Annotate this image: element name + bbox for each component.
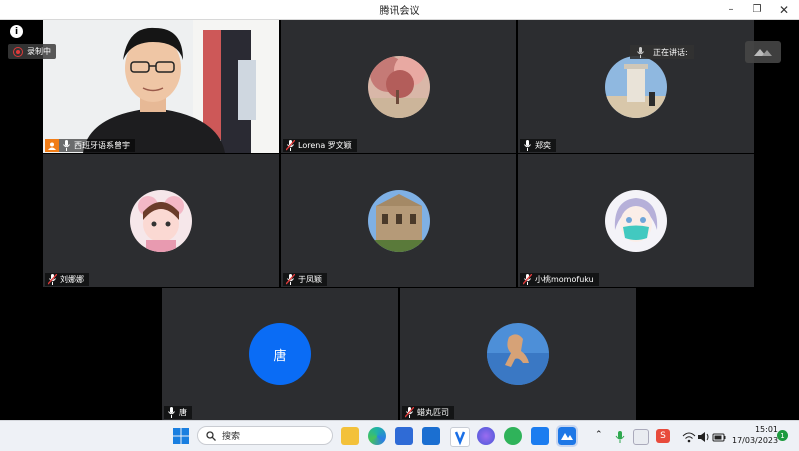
- layout-switch-icon[interactable]: [745, 41, 781, 63]
- participant-name: 蜡丸匹司: [417, 408, 449, 417]
- participant-avatar: [487, 323, 549, 385]
- host-icon: [45, 139, 59, 152]
- participant-tile[interactable]: 唐 唐: [162, 288, 398, 420]
- participant-name-tag: 于凤颖: [283, 273, 327, 286]
- copilot-icon[interactable]: [477, 427, 495, 445]
- mic-icon: [62, 140, 71, 151]
- participant-name: 郑奕: [535, 141, 551, 150]
- mic-icon: [523, 140, 532, 151]
- participant-avatar: [367, 189, 430, 252]
- participant-tile[interactable]: 刘娜娜: [43, 154, 279, 287]
- search-icon: [206, 430, 216, 441]
- tray-app-icon[interactable]: [633, 429, 649, 445]
- tencent-meeting-icon[interactable]: [556, 425, 578, 447]
- participant-name-tag: 唐: [164, 406, 192, 419]
- recording-indicator[interactable]: 录制中: [8, 44, 56, 59]
- participant-tile[interactable]: 于凤颖: [281, 154, 516, 287]
- participant-name: 小桃momofuku: [535, 275, 594, 284]
- info-icon[interactable]: i: [10, 25, 23, 38]
- webcam-video: [43, 20, 279, 153]
- tray-mic-icon[interactable]: [614, 429, 626, 443]
- dingtalk-icon[interactable]: [531, 427, 549, 445]
- windows-start-icon[interactable]: [172, 427, 190, 445]
- participant-avatar: [605, 55, 667, 118]
- mic-muted-icon: [48, 274, 57, 285]
- speaking-indicator: 正在讲话:: [630, 45, 694, 59]
- notification-badge[interactable]: 1: [777, 430, 788, 441]
- mic-muted-icon: [286, 140, 295, 151]
- mic-icon: [167, 407, 176, 418]
- close-icon[interactable]: ✕: [771, 0, 797, 19]
- file-explorer-icon[interactable]: [341, 427, 359, 445]
- mic-icon: [636, 46, 645, 58]
- tray-input-method-icon[interactable]: S: [656, 429, 670, 443]
- wifi-icon[interactable]: [682, 429, 696, 443]
- mic-muted-icon: [286, 274, 295, 285]
- chevron-up-icon[interactable]: ⌃: [595, 430, 603, 440]
- lark-icon[interactable]: [450, 427, 470, 447]
- taskbar: 搜索 ⌃ S 15:01 17/03/2023 1: [0, 420, 799, 451]
- clock-time[interactable]: 15:01: [738, 425, 778, 434]
- participant-name-tag: 郑奕: [520, 139, 556, 152]
- participant-avatar: [367, 55, 430, 118]
- mic-muted-icon: [523, 274, 532, 285]
- participant-name: Lorena 罗文颖: [298, 141, 352, 150]
- participant-name-tag: 西班牙语系曾宇: [45, 139, 135, 152]
- record-icon: [13, 46, 23, 57]
- participant-tile[interactable]: 蜡丸匹司: [400, 288, 636, 420]
- restore-icon[interactable]: ❐: [744, 0, 770, 19]
- speaking-label: 正在讲话:: [653, 47, 688, 57]
- edge-dev-icon[interactable]: [504, 427, 522, 445]
- participant-tile[interactable]: 西班牙语系曾宇: [43, 20, 279, 153]
- store-icon[interactable]: [395, 427, 413, 445]
- battery-icon[interactable]: [712, 429, 726, 443]
- video-grid: 西班牙语系曾宇 Lorena 罗文颖 郑奕 刘娜娜 于凤颖 小桃momofuku…: [0, 20, 799, 420]
- recording-label: 录制中: [27, 47, 51, 56]
- window-title: 腾讯会议: [379, 6, 420, 17]
- participant-tile[interactable]: 小桃momofuku: [518, 154, 754, 287]
- edge-browser-icon[interactable]: [368, 427, 386, 445]
- search-placeholder: 搜索: [222, 432, 241, 442]
- minimize-icon[interactable]: –: [718, 0, 744, 19]
- volume-icon[interactable]: [697, 429, 711, 443]
- participant-name-tag: 刘娜娜: [45, 273, 89, 286]
- participant-name: 于凤颖: [298, 275, 322, 284]
- participant-name: 西班牙语系曾宇: [74, 141, 130, 150]
- participant-tile[interactable]: Lorena 罗文颖: [281, 20, 516, 153]
- participant-name: 刘娜娜: [60, 275, 84, 284]
- participant-avatar: [605, 189, 667, 252]
- participant-name-tag: Lorena 罗文颖: [283, 139, 357, 152]
- avatar-initial: 唐: [273, 348, 287, 364]
- taskbar-search[interactable]: 搜索: [197, 426, 333, 445]
- participant-name-tag: 小桃momofuku: [520, 273, 599, 286]
- mail-icon[interactable]: [422, 427, 440, 445]
- mic-muted-icon: [405, 407, 414, 418]
- participant-name-tag: 蜡丸匹司: [402, 406, 454, 419]
- participant-avatar: [130, 189, 192, 252]
- window-titlebar: 腾讯会议 – ❐ ✕: [0, 0, 799, 20]
- clock-date[interactable]: 17/03/2023: [732, 436, 778, 445]
- participant-name: 唐: [179, 408, 187, 417]
- participant-tile[interactable]: 郑奕: [518, 20, 754, 153]
- participant-avatar: 唐: [249, 323, 311, 385]
